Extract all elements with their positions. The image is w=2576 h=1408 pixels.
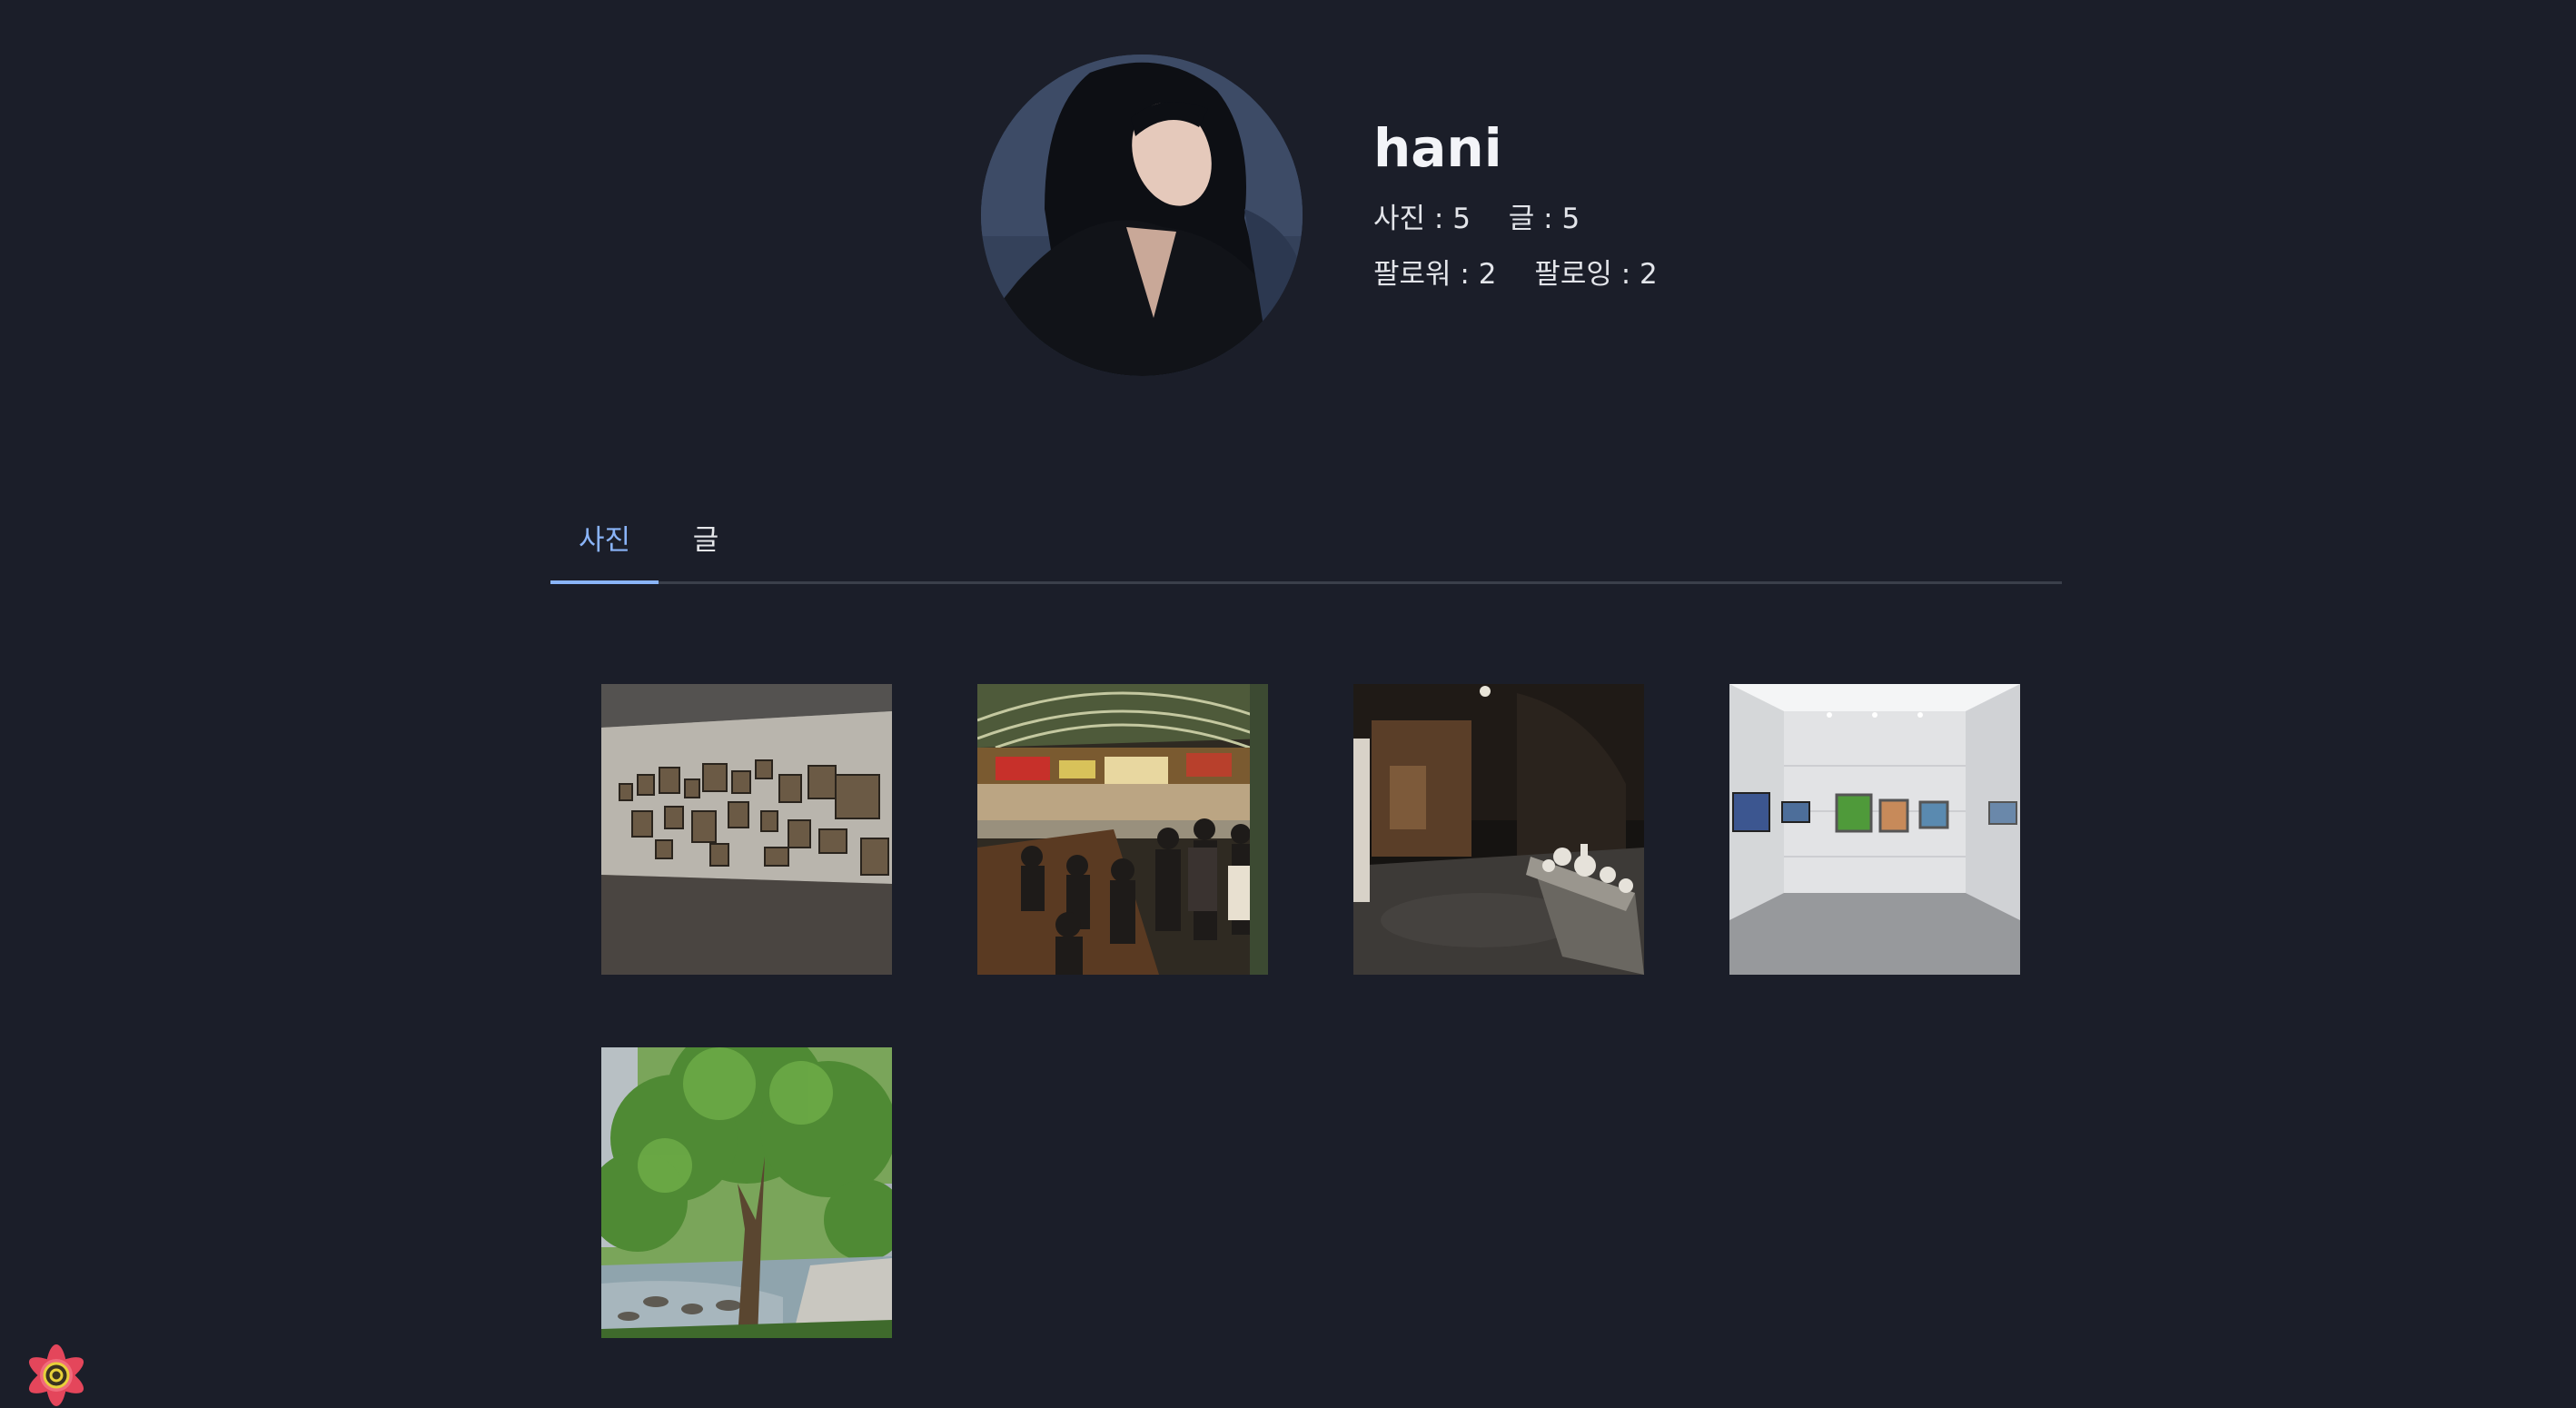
content-tabs: 사진 글 <box>550 509 2062 584</box>
night-market-crowd-image <box>977 684 1268 975</box>
follow-stats: 팔로워 : 2 팔로잉 : 2 <box>1373 261 1687 289</box>
following-count[interactable]: 팔로잉 : 2 <box>1534 258 1657 291</box>
gallery-wall-frames-image <box>601 684 892 975</box>
profile-page: hani 사진 : 5 글 : 5 팔로워 : 2 팔로잉 : 2 사진 글 <box>0 0 2576 1408</box>
profile-header: hani 사진 : 5 글 : 5 팔로워 : 2 팔로잉 : 2 <box>981 55 1798 376</box>
photo-count: 사진 : 5 <box>1373 203 1471 235</box>
photo-thumbnail[interactable] <box>977 684 1268 975</box>
photo-thumbnail[interactable] <box>1353 684 1644 975</box>
dark-museum-ceramics-image <box>1353 684 1644 975</box>
photo-thumbnail[interactable] <box>601 1047 892 1338</box>
username: hani <box>1373 117 1502 179</box>
tab-photos[interactable]: 사진 <box>550 509 659 584</box>
react-query-devtools-icon[interactable] <box>20 1339 93 1408</box>
avatar-portrait-image <box>981 55 1303 376</box>
post-count: 글 : 5 <box>1508 203 1580 235</box>
tree-by-stream-image <box>601 1047 892 1338</box>
tab-posts[interactable]: 글 <box>659 509 753 581</box>
profile-info: hani 사진 : 5 글 : 5 팔로워 : 2 팔로잉 : 2 <box>1373 122 1687 316</box>
post-stats: 사진 : 5 글 : 5 <box>1373 205 1687 233</box>
white-gallery-room-image <box>1729 684 2020 975</box>
photo-thumbnail[interactable] <box>1729 684 2020 975</box>
avatar <box>981 55 1303 376</box>
followers-count[interactable]: 팔로워 : 2 <box>1373 258 1496 291</box>
photo-thumbnail[interactable] <box>601 684 892 975</box>
